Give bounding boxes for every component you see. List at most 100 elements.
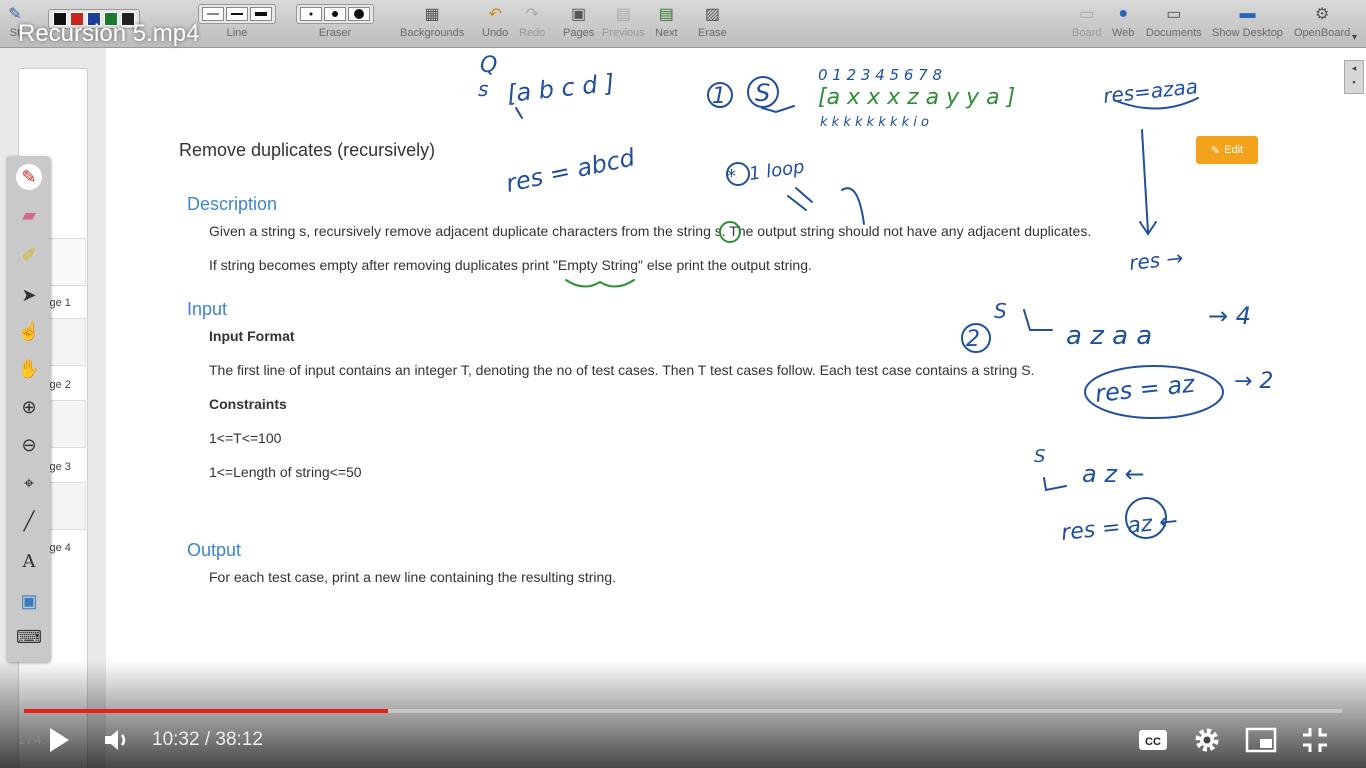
selector-tool-icon[interactable]: ➤ <box>16 282 42 308</box>
miniplayer-button[interactable] <box>1244 722 1278 758</box>
page-thumbnail-4[interactable] <box>48 482 86 530</box>
edit-label: Edit <box>1224 144 1244 156</box>
next-page-icon: ▤ <box>658 6 674 23</box>
eraser-small-button[interactable] <box>300 7 322 21</box>
zoom-out-tool-icon[interactable]: ⊖ <box>16 432 42 458</box>
previous-button[interactable]: ▤ Previous <box>602 4 645 39</box>
backgrounds-button[interactable]: ▦ Backgrounds <box>400 4 464 39</box>
constraint-1: 1<=T<=100 <box>209 430 282 446</box>
edit-button[interactable]: ✎ Edit <box>1196 136 1258 164</box>
board-icon: ▭ <box>1079 6 1095 23</box>
description-heading: Description <box>187 194 278 214</box>
backgrounds-icon: ▦ <box>424 6 440 23</box>
time-display: 10:32 / 38:12 <box>152 729 263 750</box>
screen: ✎ St Line Eraser ▦ Backgrounds ↶ Undo ↷ <box>0 0 1366 768</box>
play-button[interactable] <box>44 722 74 758</box>
svg-text:CC: CC <box>1145 736 1161 748</box>
volume-icon <box>105 730 126 750</box>
redo-label: Redo <box>519 27 546 39</box>
hand-tool-icon[interactable]: ✋ <box>16 356 42 382</box>
page-thumbnail-1[interactable] <box>48 238 86 286</box>
progress-played <box>24 709 388 713</box>
pages-icon: ▣ <box>571 6 587 23</box>
openboard-gear-icon: ⚙ <box>1314 6 1330 23</box>
captions-icon: CC <box>1139 730 1167 750</box>
undo-icon: ↶ <box>488 6 502 23</box>
redo-icon: ↷ <box>525 6 539 23</box>
undo-label: Undo <box>482 27 509 39</box>
input-format-text: The first line of input contains an inte… <box>209 362 1035 378</box>
eraser-large-button[interactable] <box>348 7 370 21</box>
line-medium-button[interactable] <box>226 7 248 21</box>
erase-label: Erase <box>698 27 727 39</box>
show-desktop-label: Show Desktop <box>1212 27 1283 39</box>
capture-tool-icon[interactable]: ▣ <box>16 588 42 614</box>
page-thumbnail-3[interactable] <box>48 400 86 448</box>
documents-button[interactable]: ▭ Documents <box>1146 4 1202 39</box>
output-text: For each test case, print a new line con… <box>209 569 616 585</box>
captions-button[interactable]: CC <box>1136 722 1170 758</box>
openboard-toolbar: ✎ St Line Eraser ▦ Backgrounds ↶ Undo ↷ <box>0 0 1366 48</box>
eraser-tool-icon[interactable]: ▰ <box>16 202 42 228</box>
pages-label: Pages <box>563 27 595 39</box>
input-heading: Input <box>187 299 228 319</box>
miniplayer-icon <box>1245 727 1277 753</box>
current-time: 10:32 <box>152 729 200 750</box>
line-tool-icon[interactable]: ╱ <box>16 508 42 534</box>
volume-button[interactable] <box>100 722 134 758</box>
description-line-1: Given a string s, recursively remove adj… <box>209 223 1092 239</box>
constraints-heading: Constraints <box>209 396 287 412</box>
page-counter-value: 1 / 4 <box>18 733 42 747</box>
erase-button[interactable]: ▨ Erase <box>698 4 727 39</box>
page-thumbnail-2[interactable] <box>48 318 86 366</box>
laser-pointer-tool-icon[interactable]: ⌖ <box>16 470 42 496</box>
exit-fullscreen-button[interactable] <box>1298 722 1332 758</box>
erase-icon: ▨ <box>704 6 720 23</box>
next-button[interactable]: ▤ Next <box>655 4 678 39</box>
previous-page-icon: ▤ <box>615 6 631 23</box>
folder-icon: ▭ <box>1166 6 1182 23</box>
show-desktop-button[interactable]: ▬ Show Desktop <box>1212 4 1283 39</box>
undo-button[interactable]: ↶ Undo <box>482 4 508 39</box>
zoom-in-tool-icon[interactable]: ⊕ <box>16 394 42 420</box>
openboard-label: OpenBoard <box>1294 27 1351 39</box>
globe-icon: ● <box>1118 5 1129 22</box>
collapse-right-panel-button[interactable]: ◂ ▪ <box>1344 60 1364 94</box>
settings-button[interactable] <box>1190 722 1224 758</box>
keyboard-tool-icon[interactable]: ⌨ <box>16 624 42 650</box>
previous-label: Previous <box>602 27 645 39</box>
marker-tool-icon[interactable]: ✐ <box>16 242 42 268</box>
web-button[interactable]: ● Web <box>1112 4 1134 39</box>
line-thin-button[interactable] <box>202 7 224 21</box>
eraser-size-group: Eraser <box>296 4 374 39</box>
line-thick-button[interactable] <box>250 7 272 21</box>
video-title: Recursion 5.mp4 <box>18 20 200 47</box>
play-icon <box>50 728 69 752</box>
next-label: Next <box>655 27 678 39</box>
redo-button[interactable]: ↷ Redo <box>519 4 545 39</box>
pencil-icon: ✎ <box>1210 144 1221 157</box>
line-width-group: Line <box>198 4 276 39</box>
eraser-label: Eraser <box>318 27 352 39</box>
drawing-tool-dock: ✎ ▰ ✐ ➤ ☝ ✋ ⊕ ⊖ ⌖ ╱ A ▣ ⌨ <box>6 156 50 662</box>
board-label: Board <box>1072 27 1102 39</box>
pages-button[interactable]: ▣ Pages <box>563 4 594 39</box>
progress-bar[interactable] <box>24 709 1342 713</box>
line-label: Line <box>226 27 248 39</box>
desktop-icon: ▬ <box>1239 5 1256 22</box>
description-line-2: If string becomes empty after removing d… <box>209 257 812 273</box>
interact-tool-icon[interactable]: ☝ <box>16 318 42 344</box>
openboard-dropdown-icon[interactable]: ▾ <box>1352 32 1357 43</box>
constraint-2: 1<=Length of string<=50 <box>209 464 362 480</box>
board-button[interactable]: ▭ Board <box>1072 4 1101 39</box>
documents-label: Documents <box>1146 27 1202 39</box>
output-heading: Output <box>187 540 242 560</box>
problem-title: Remove duplicates (recursively) <box>179 140 436 160</box>
pen-tool-icon[interactable]: ✎ <box>16 164 42 190</box>
settings-gear-icon <box>1195 728 1219 752</box>
exit-fullscreen-icon <box>1303 728 1327 752</box>
eraser-medium-button[interactable] <box>324 7 346 21</box>
text-tool-icon[interactable]: A <box>16 548 42 574</box>
input-format-heading: Input Format <box>209 328 295 344</box>
openboard-menu-button[interactable]: ⚙ OpenBoard <box>1294 4 1350 39</box>
